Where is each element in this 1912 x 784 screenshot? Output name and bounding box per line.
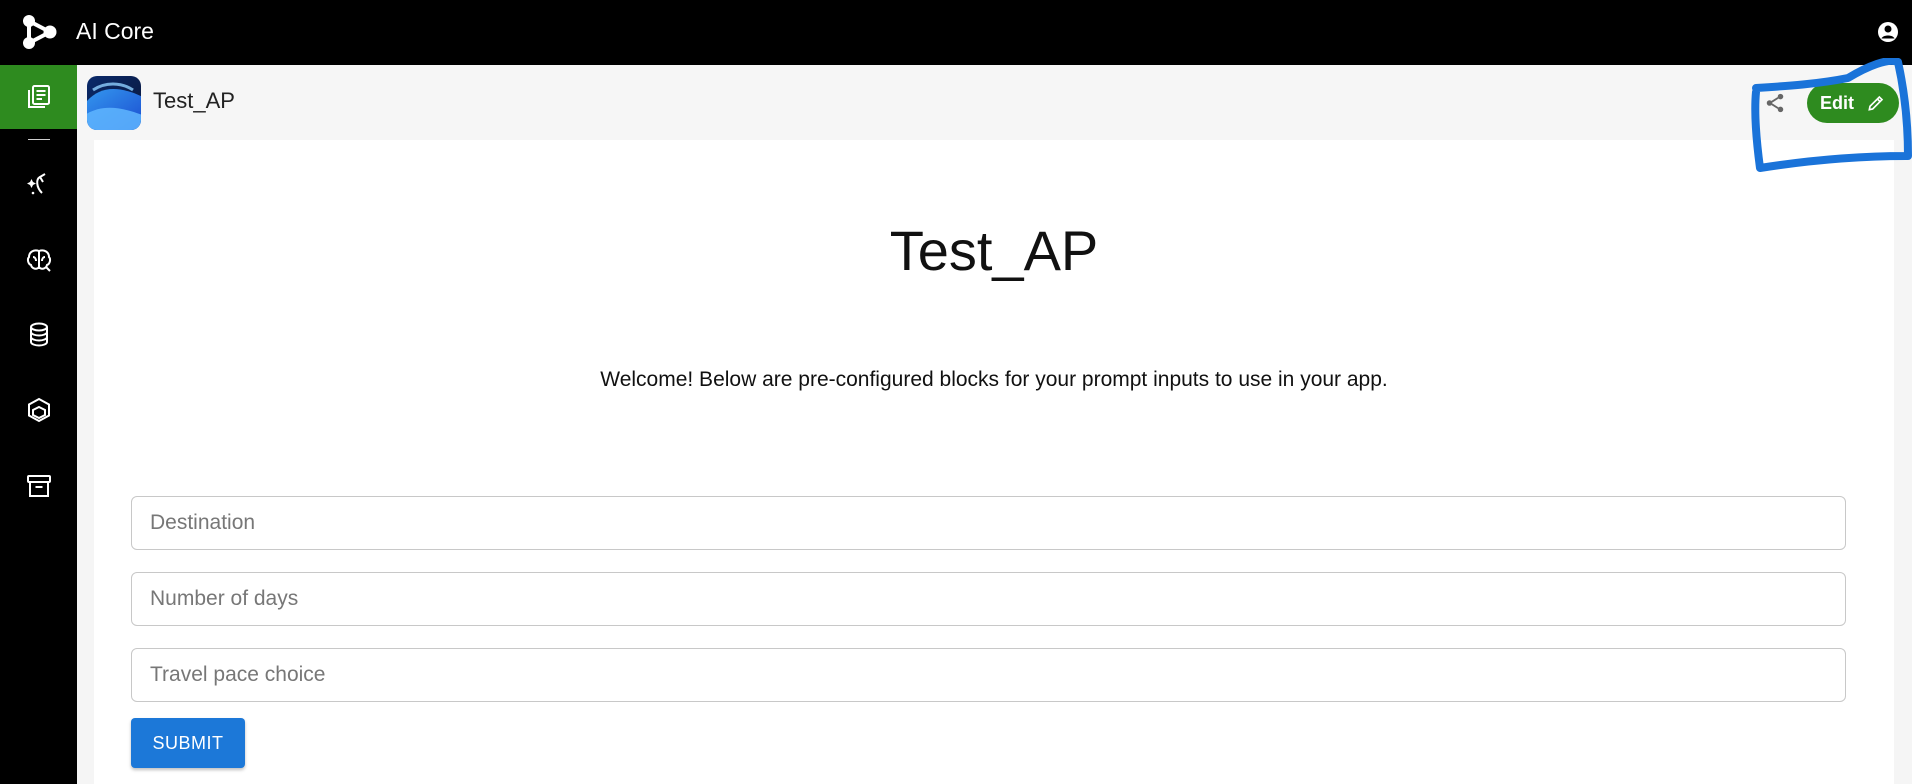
welcome-text: Welcome! Below are pre-configured blocks…: [600, 368, 1388, 391]
sidebar-item-functions[interactable]: [0, 378, 77, 442]
destination-input[interactable]: [132, 497, 1845, 549]
sidebar-item-models[interactable]: [0, 228, 77, 292]
account-circle-icon[interactable]: [1876, 20, 1900, 44]
archive-box-icon: [26, 475, 51, 497]
header-app-title: Test_AP: [153, 88, 235, 113]
sidebar: [0, 65, 77, 784]
edit-button-label: Edit: [1820, 92, 1854, 113]
travel-pace-field[interactable]: [131, 648, 1846, 702]
molecule-logo-icon[interactable]: [20, 14, 60, 50]
app-name: AI Core: [76, 18, 154, 44]
pencil-icon: [1868, 95, 1884, 111]
brain-icon: [26, 249, 51, 272]
top-app-bar: AI Core: [0, 0, 1912, 65]
page-title: Test_AP: [889, 219, 1099, 282]
destination-field[interactable]: [131, 496, 1846, 550]
app-avatar: [87, 76, 141, 130]
app-header: Test_AP Edit: [77, 65, 1912, 140]
submit-button[interactable]: SUBMIT: [131, 718, 245, 768]
cube-icon: [27, 397, 50, 423]
number-of-days-input[interactable]: [132, 573, 1845, 625]
sidebar-divider: [28, 139, 50, 140]
share-button[interactable]: [1760, 88, 1790, 118]
magic-wand-icon: [26, 173, 46, 195]
edit-button[interactable]: Edit: [1807, 83, 1899, 123]
sidebar-item-prompts[interactable]: [0, 152, 77, 216]
number-of-days-field[interactable]: [131, 572, 1846, 626]
sidebar-item-archive[interactable]: [0, 454, 77, 518]
sidebar-item-apps[interactable]: [0, 65, 77, 129]
app-content-card: Test_AP Welcome! Below are pre-configure…: [94, 140, 1894, 784]
main-area: Test_AP Edit Test_AP Welcome! Below are …: [77, 65, 1912, 784]
library-books-icon: [27, 85, 50, 108]
sidebar-item-storage[interactable]: [0, 303, 77, 367]
share-icon: [1766, 93, 1784, 113]
database-icon: [29, 322, 48, 347]
travel-pace-input[interactable]: [132, 649, 1845, 701]
